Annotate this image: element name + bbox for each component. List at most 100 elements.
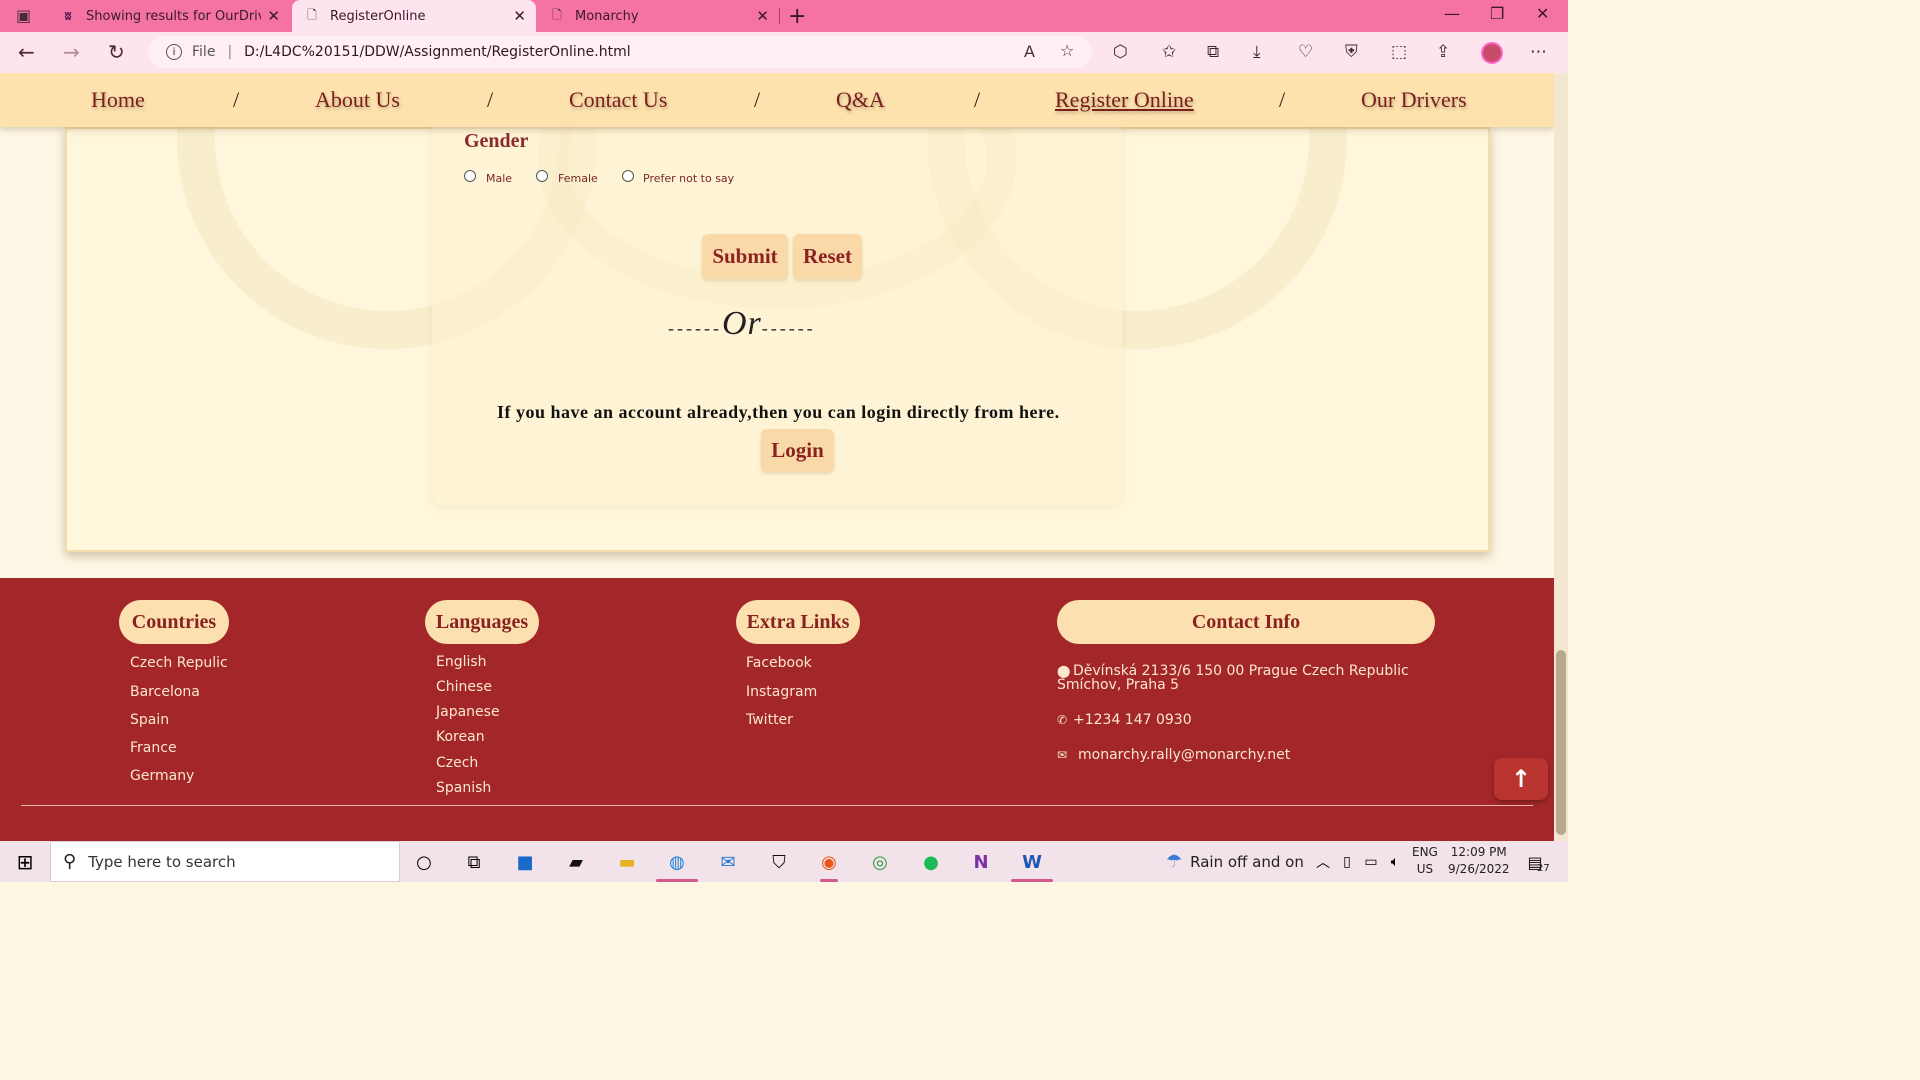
arrow-up-icon: ↑: [1510, 765, 1532, 793]
gender-radio-male[interactable]: [464, 170, 476, 182]
lang-region: US: [1416, 862, 1434, 876]
footer-link-language[interactable]: Chinese: [436, 679, 492, 695]
footer-link-country[interactable]: France: [130, 740, 177, 756]
footer-link-language[interactable]: English: [436, 654, 487, 670]
profile-avatar[interactable]: [1481, 42, 1503, 64]
forward-icon[interactable]: →: [63, 40, 80, 64]
browser-essentials-icon[interactable]: ♡: [1298, 42, 1313, 62]
minimize-icon[interactable]: —: [1444, 4, 1460, 23]
nav-contact-us[interactable]: Contact Us: [569, 87, 667, 113]
nav-home[interactable]: Home: [91, 87, 145, 113]
file-explorer-icon[interactable]: ▬: [614, 849, 640, 875]
clock-date: 9/26/2022: [1448, 862, 1510, 876]
footer-link-country[interactable]: Czech Repulic: [130, 655, 228, 671]
share-icon[interactable]: ⇪: [1436, 42, 1450, 62]
tab-monarchy[interactable]: 🗋 Monarchy ✕: [537, 0, 779, 32]
chrome-icon[interactable]: ◎: [867, 849, 893, 875]
defender-icon[interactable]: ⛉: [766, 849, 792, 875]
address-url: D:/L4DC%20151/DDW/Assignment/RegisterOnl…: [244, 44, 631, 60]
tab-search-results[interactable]: ʬ Showing results for OurDrivers.h ✕: [48, 0, 290, 32]
close-window-icon[interactable]: ✕: [1536, 4, 1549, 23]
extensions-icon[interactable]: ⬡: [1113, 42, 1128, 62]
lang-code: ENG: [1412, 845, 1438, 859]
task-view-icon[interactable]: ⧉: [461, 849, 487, 875]
edge-browser-icon[interactable]: ◍: [664, 849, 690, 875]
or-text: Or: [721, 305, 762, 342]
close-tab-icon[interactable]: ✕: [267, 7, 280, 25]
info-icon[interactable]: i: [166, 44, 182, 60]
footer-link-language[interactable]: Japanese: [436, 704, 500, 720]
tab-register-online[interactable]: 🗋 RegisterOnline ✕: [292, 0, 536, 32]
firefox-icon[interactable]: ◉: [816, 849, 842, 875]
nav-register-online[interactable]: Register Online: [1055, 87, 1194, 113]
spotify-icon[interactable]: ●: [918, 849, 944, 875]
contact-email-link[interactable]: monarchy.rally@monarchy.net: [1078, 747, 1290, 763]
site-footer: Countries Czech Repulic Barcelona Spain …: [0, 578, 1554, 841]
nav-our-drivers[interactable]: Our Drivers: [1361, 87, 1467, 113]
site-logo-icon: ʬ: [64, 9, 72, 23]
onenote-icon[interactable]: N: [968, 849, 994, 875]
add-favorite-icon[interactable]: ☆: [1060, 41, 1074, 60]
store-icon[interactable]: ■: [512, 849, 538, 875]
input-language[interactable]: ENG US: [1412, 844, 1438, 878]
nav-separator: /: [754, 87, 761, 112]
browser-tab-strip: ▣ ʬ Showing results for OurDrivers.h ✕ 🗋…: [0, 0, 1568, 32]
favorites-icon[interactable]: ✩: [1162, 42, 1176, 62]
footer-link-language[interactable]: Spanish: [436, 780, 491, 796]
collections-icon[interactable]: ⧉: [1207, 42, 1219, 62]
show-hidden-icons[interactable]: ︿: [1310, 849, 1336, 875]
tab-actions-icon[interactable]: ▣: [16, 6, 31, 25]
cortana-icon[interactable]: ○: [411, 849, 437, 875]
footer-link-country[interactable]: Germany: [130, 768, 194, 784]
footer-link-country[interactable]: Barcelona: [130, 684, 200, 700]
restore-icon[interactable]: ❐: [1490, 4, 1504, 23]
login-button[interactable]: Login: [761, 429, 834, 472]
footer-link-country[interactable]: Spain: [130, 712, 169, 728]
reset-button[interactable]: Reset: [793, 234, 862, 279]
taskbar-search-box[interactable]: ⚲ Type here to search: [50, 841, 400, 882]
more-menu-icon[interactable]: ⋯: [1530, 42, 1547, 62]
device-icon[interactable]: ▯: [1334, 849, 1360, 875]
downloads-icon[interactable]: ⤓: [1253, 42, 1261, 62]
footer-link-language[interactable]: Czech: [436, 755, 478, 771]
address-divider: |: [227, 44, 233, 60]
tradingview-icon[interactable]: ▰: [563, 849, 589, 875]
refresh-icon[interactable]: ↻: [108, 40, 125, 64]
gender-radio-female[interactable]: [536, 170, 548, 182]
close-tab-icon[interactable]: ✕: [756, 7, 769, 25]
footer-link-language[interactable]: Korean: [436, 729, 485, 745]
gender-radio-prefer-not[interactable]: [622, 170, 634, 182]
footer-heading-contact: Contact Info: [1057, 600, 1435, 644]
address-field[interactable]: i File | D:/L4DC%20151/DDW/Assignment/Re…: [148, 36, 1092, 68]
contact-phone: ✆ +1234 147 0930: [1057, 712, 1192, 728]
read-aloud-icon[interactable]: A: [1024, 42, 1035, 61]
taskbar-search-placeholder: Type here to search: [88, 852, 236, 871]
footer-link-facebook[interactable]: Facebook: [746, 655, 812, 671]
volume-icon[interactable]: 🔈︎: [1382, 849, 1408, 875]
footer-heading-languages: Languages: [425, 600, 539, 644]
weather-widget[interactable]: ☂ Rain off and on: [1166, 841, 1304, 882]
mail-icon: ✉: [1057, 748, 1068, 762]
word-icon[interactable]: W: [1019, 849, 1045, 875]
mail-app-icon[interactable]: ✉: [715, 849, 741, 875]
word-active-indicator: [1011, 879, 1053, 882]
battery-icon[interactable]: ▭: [1358, 849, 1384, 875]
windows-start-icon[interactable]: ⊞: [12, 849, 38, 875]
footer-heading-countries: Countries: [119, 600, 229, 644]
address-scheme-label: File: [192, 44, 216, 60]
nav-qa[interactable]: Q&A: [836, 87, 885, 113]
contact-email: ✉ monarchy.rally@monarchy.net: [1057, 747, 1290, 763]
submit-button[interactable]: Submit: [702, 234, 788, 279]
footer-link-twitter[interactable]: Twitter: [746, 712, 793, 728]
security-icon[interactable]: ⛨: [1345, 42, 1358, 62]
page-scrollbar-thumb[interactable]: [1556, 650, 1566, 835]
new-tab-icon[interactable]: +: [788, 4, 806, 29]
tab-label: Monarchy: [575, 8, 639, 24]
back-icon[interactable]: ←: [18, 40, 35, 64]
footer-link-instagram[interactable]: Instagram: [746, 684, 817, 700]
nav-about-us[interactable]: About Us: [315, 87, 400, 113]
screenshot-icon[interactable]: ⬚: [1391, 42, 1407, 62]
back-to-top-button[interactable]: ↑: [1494, 758, 1548, 800]
system-clock[interactable]: 12:09 PM 9/26/2022: [1448, 844, 1510, 878]
close-tab-icon[interactable]: ✕: [513, 7, 526, 25]
